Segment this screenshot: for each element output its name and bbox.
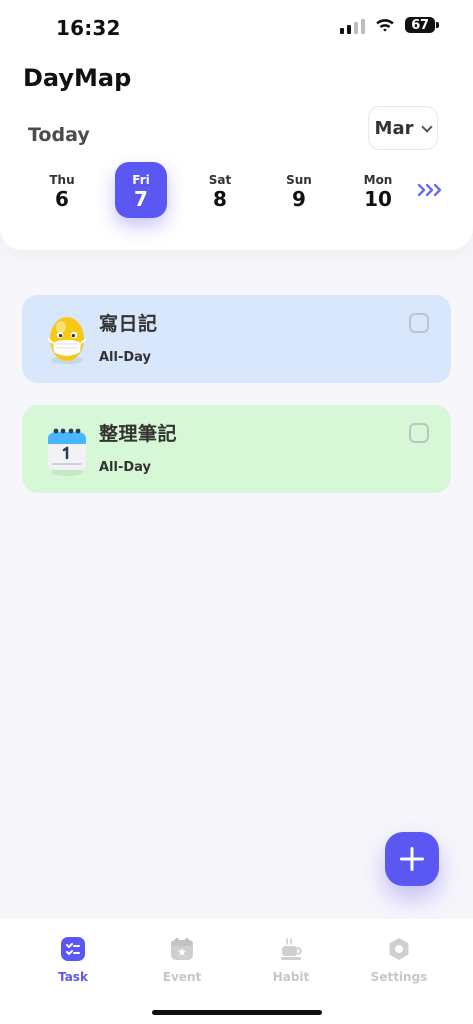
app-title: DayMap bbox=[23, 64, 132, 92]
tab-task[interactable]: Task bbox=[28, 934, 118, 992]
task-title: 寫日記 bbox=[99, 313, 158, 335]
add-task-button[interactable] bbox=[385, 832, 439, 886]
day-number: 7 bbox=[134, 187, 148, 211]
settings-hex-icon bbox=[386, 936, 412, 962]
task-card[interactable]: 寫日記 All-Day bbox=[22, 295, 451, 383]
day-of-week: Fri bbox=[132, 173, 150, 187]
day-of-week: Sat bbox=[208, 173, 232, 187]
tab-label: Habit bbox=[272, 970, 310, 984]
triple-chevron-right-icon bbox=[417, 183, 442, 197]
coffee-cup-icon bbox=[278, 936, 304, 962]
day-of-week: Thu bbox=[49, 173, 75, 187]
cellular-signal-icon bbox=[340, 16, 365, 34]
today-button[interactable]: Today bbox=[28, 124, 90, 146]
month-dropdown[interactable]: Mar bbox=[368, 106, 438, 150]
tab-label: Task bbox=[58, 970, 88, 984]
day-strip: Thu 6 Fri 7 Sat 8 Sun 9 Mon 10 bbox=[20, 162, 460, 222]
tab-settings[interactable]: Settings bbox=[354, 934, 444, 992]
day-number: 8 bbox=[213, 187, 227, 211]
status-time: 16:32 bbox=[56, 16, 121, 40]
task-list: 寫日記 All-Day 整理筆記 All-Day bbox=[22, 295, 451, 515]
egg-mask-icon bbox=[44, 313, 90, 367]
status-bar-icons: 67 bbox=[340, 16, 439, 34]
task-card[interactable]: 整理筆記 All-Day bbox=[22, 405, 451, 493]
task-list-icon bbox=[60, 936, 86, 962]
day-sun[interactable]: Sun 9 bbox=[273, 162, 325, 218]
task-subtitle: All-Day bbox=[99, 460, 152, 475]
month-value: Mar bbox=[374, 117, 414, 139]
tab-label: Event bbox=[162, 970, 202, 984]
battery-icon: 67 bbox=[405, 17, 439, 33]
day-thu[interactable]: Thu 6 bbox=[36, 162, 88, 218]
day-fri-selected[interactable]: Fri 7 bbox=[115, 162, 167, 218]
day-number: 10 bbox=[364, 187, 392, 211]
day-mon[interactable]: Mon 10 bbox=[352, 162, 404, 218]
next-days-button[interactable] bbox=[416, 178, 446, 202]
day-of-week: Mon bbox=[363, 173, 393, 187]
battery-level: 67 bbox=[411, 17, 429, 33]
day-of-week: Sun bbox=[286, 173, 312, 187]
calendar-star-icon bbox=[169, 936, 195, 962]
bottom-tab-bar: Task Event Habit Settings bbox=[0, 919, 473, 1024]
task-checkbox[interactable] bbox=[409, 423, 429, 443]
task-subtitle: All-Day bbox=[99, 350, 152, 365]
day-number: 9 bbox=[292, 187, 306, 211]
tab-event[interactable]: Event bbox=[137, 934, 227, 992]
tab-habit[interactable]: Habit bbox=[246, 934, 336, 992]
calendar-june-icon bbox=[44, 423, 90, 477]
day-number: 6 bbox=[55, 187, 69, 211]
chevron-down-icon bbox=[421, 120, 434, 133]
tab-label: Settings bbox=[370, 970, 428, 984]
task-title: 整理筆記 bbox=[99, 423, 178, 445]
wifi-icon bbox=[375, 17, 395, 33]
home-indicator bbox=[152, 1010, 322, 1015]
day-sat[interactable]: Sat 8 bbox=[194, 162, 246, 218]
task-checkbox[interactable] bbox=[409, 313, 429, 333]
